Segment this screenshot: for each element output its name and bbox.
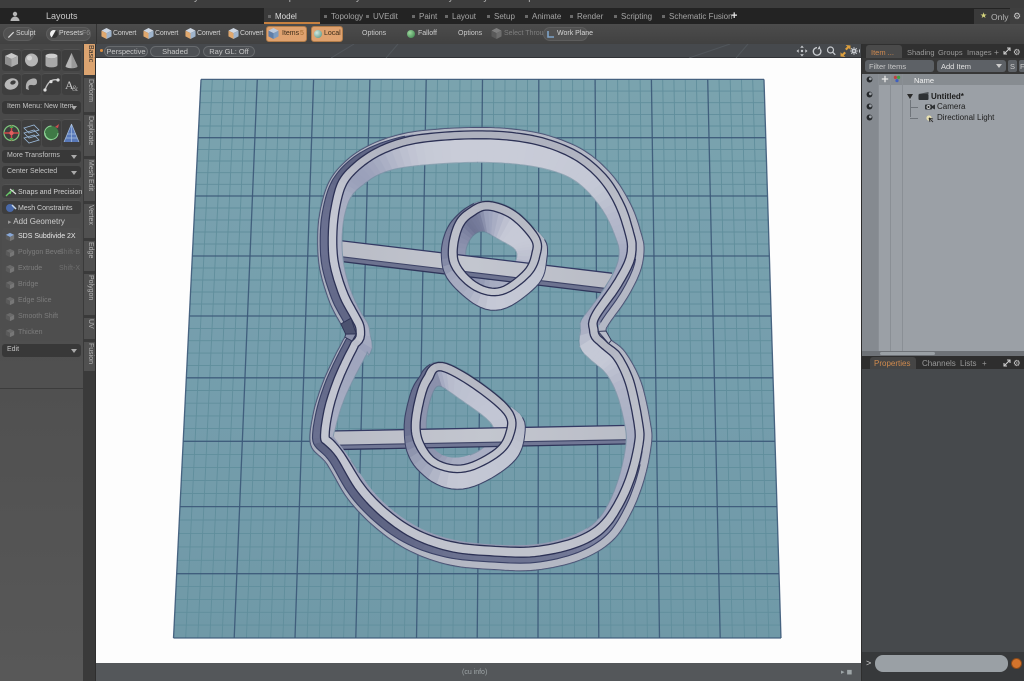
svg-text:&: &: [72, 84, 79, 93]
